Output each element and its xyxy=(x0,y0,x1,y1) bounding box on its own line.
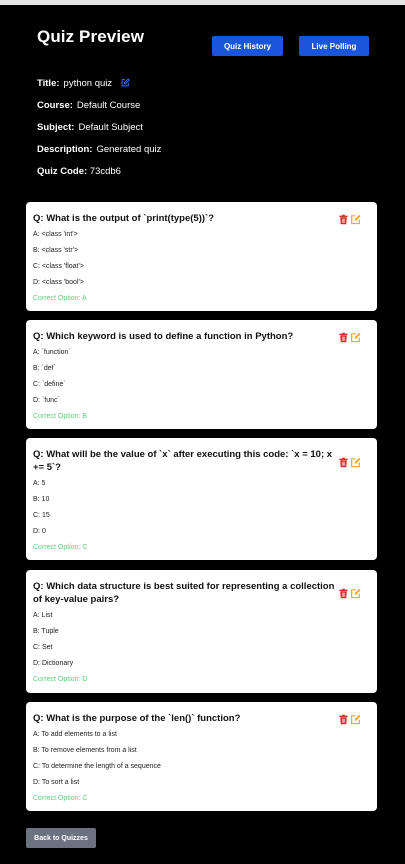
quiz-description-row: Description: Generated quiz xyxy=(37,144,161,155)
question-text: Q: What is the output of `print(type(5))… xyxy=(33,213,214,224)
question-actions xyxy=(338,455,361,468)
edit-icon[interactable] xyxy=(350,330,361,343)
question-text: Q: What will be the value of `x` after e… xyxy=(33,449,333,473)
option-d: D: <class 'bool'> xyxy=(33,279,84,286)
edit-icon[interactable] xyxy=(350,712,361,725)
edit-title-icon[interactable] xyxy=(120,78,130,91)
question-card: Q: What will be the value of `x` after e… xyxy=(26,438,377,560)
option-d: D: To sort a list xyxy=(33,779,80,786)
question-text: Q: What is the purpose of the `len()` fu… xyxy=(33,713,241,724)
option-d: D: Dictionary xyxy=(33,660,74,667)
quiz-course-row: Course: Default Course xyxy=(37,100,140,111)
option-a: A: `function` xyxy=(33,349,71,356)
question-text: Q: Which keyword is used to define a fun… xyxy=(33,331,294,342)
correct-option: Correct Option: B xyxy=(33,413,88,420)
question-card: Q: What is the purpose of the `len()` fu… xyxy=(26,702,377,811)
option-c: C: 15 xyxy=(33,512,50,519)
quiz-title-row: Title: python quiz xyxy=(37,78,130,91)
quiz-history-button[interactable]: Quiz History xyxy=(212,36,283,56)
code-label: Quiz Code: xyxy=(37,166,88,177)
correct-option: Correct Option: C xyxy=(33,795,88,802)
question-card: Q: Which keyword is used to define a fun… xyxy=(26,320,377,429)
description-value: Generated quiz xyxy=(96,144,162,155)
subject-label: Subject: xyxy=(37,122,75,133)
course-value: Default Course xyxy=(76,100,141,111)
quiz-code-row: Quiz Code: 73cdb6 xyxy=(37,166,121,177)
course-label: Course: xyxy=(37,100,73,111)
top-border xyxy=(0,0,405,5)
option-d: D: `func` xyxy=(33,397,60,404)
option-c: C: `define` xyxy=(33,381,66,388)
trash-icon[interactable] xyxy=(338,586,349,599)
option-a: A: List xyxy=(33,612,53,619)
question-actions xyxy=(338,712,361,725)
live-polling-button[interactable]: Live Polling xyxy=(299,36,369,56)
trash-icon[interactable] xyxy=(338,330,349,343)
option-c: C: Set xyxy=(33,644,53,651)
quiz-subject-row: Subject: Default Subject xyxy=(37,122,143,133)
title-value: python quiz xyxy=(63,78,113,89)
option-a: A: To add elements to a list xyxy=(33,731,117,738)
option-c: C: <class 'float'> xyxy=(33,263,84,270)
question-actions xyxy=(338,586,361,599)
question-text: Q: Which data structure is best suited f… xyxy=(33,581,335,605)
code-value: 73cdb6 xyxy=(89,166,121,177)
question-actions xyxy=(338,212,361,225)
question-card: Q: What is the output of `print(type(5))… xyxy=(26,202,377,311)
option-b: B: <class 'str'> xyxy=(33,247,79,254)
option-a: A: <class 'int'> xyxy=(33,231,78,238)
question-card: Q: Which data structure is best suited f… xyxy=(26,570,377,693)
edit-icon[interactable] xyxy=(350,455,361,468)
option-b: B: 10 xyxy=(33,496,50,503)
title-label: Title: xyxy=(37,78,60,89)
description-label: Description: xyxy=(37,144,93,155)
page-title: Quiz Preview xyxy=(37,27,145,46)
edit-icon[interactable] xyxy=(350,212,361,225)
trash-icon[interactable] xyxy=(338,712,349,725)
trash-icon[interactable] xyxy=(338,455,349,468)
question-actions xyxy=(338,330,361,343)
trash-icon[interactable] xyxy=(338,212,349,225)
option-c: C: To determine the length of a sequence xyxy=(33,763,161,770)
correct-option: Correct Option: A xyxy=(33,295,87,302)
back-to-quizzes-button[interactable]: Back to Quizzes xyxy=(26,828,96,848)
option-a: A: 5 xyxy=(33,480,46,487)
subject-value: Default Subject xyxy=(78,122,143,133)
option-d: D: 0 xyxy=(33,528,46,535)
correct-option: Correct Option: D xyxy=(33,676,88,683)
option-b: B: `def` xyxy=(33,365,56,372)
correct-option: Correct Option: C xyxy=(33,544,88,551)
edit-icon[interactable] xyxy=(350,586,361,599)
option-b: B: Tuple xyxy=(33,628,59,635)
option-b: B: To remove elements from a list xyxy=(33,747,137,754)
